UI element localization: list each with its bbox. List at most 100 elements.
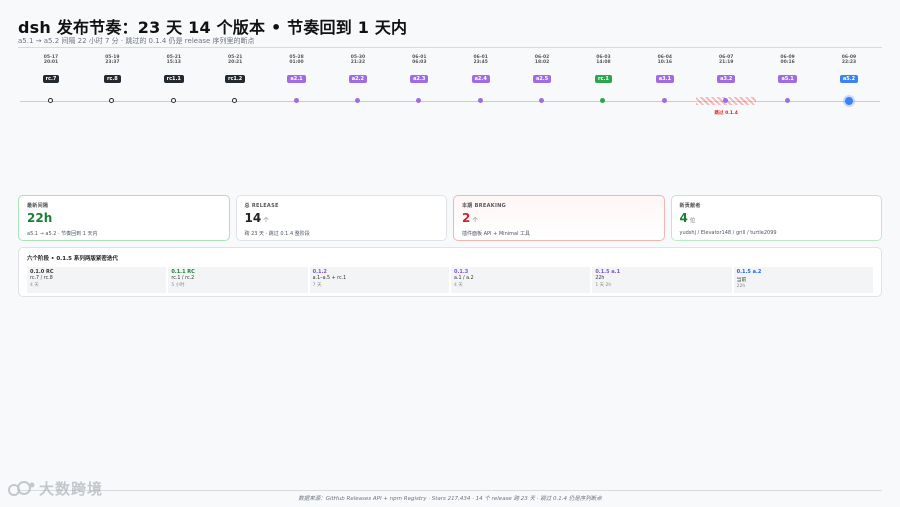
card-value: 14 个 [244,211,269,225]
timeline-dot [784,98,790,103]
timeline-event: 05-17 20:01 rc.7 [21,55,81,103]
footer-divider [18,490,882,491]
timeline-dot [109,98,115,103]
event-date: 05-21 15:13 [166,55,181,65]
event-date: 06-09 00:16 [780,55,795,65]
card-desc: 插件面板 API + Minimal 工具 [462,231,531,237]
card-value: 2个 [462,211,478,225]
card-label: 新贡献者 [679,203,701,209]
event-date: 06-01 06:03 [412,55,427,65]
card-label: 本期 BREAKING [462,203,507,209]
event-date: 06-07 21:19 [719,55,734,65]
watermark-text: 大数跨境 [39,480,104,498]
version-tag[interactable]: rc1.1 [163,75,184,83]
event-date: 06-03 14:08 [596,55,611,65]
version-tag[interactable]: a5.1 [778,75,797,83]
phase-range: a.1 / a.2 [453,276,474,281]
card-desc: a5.1 → a5.2 · 节奏回到 1 天内 [27,231,98,237]
version-tag[interactable]: rc1.2 [224,75,246,83]
timeline-dot [845,96,853,105]
version-tag[interactable]: a5.2 [839,75,859,83]
card-latest-interval: 最新间隔 22h a5.1 → a5.2 · 节奏回到 1 天内 [18,195,230,241]
phase-cell: 0.1.3 a.1 / a.2 4 天 [450,267,591,293]
phase-name: 0.1.5 a.2 [736,269,762,275]
version-tag[interactable]: a2.3 [410,75,429,83]
phase-cell: 0.1.2 a.1–a.5 + rc.1 7 天 [309,267,449,293]
phase-name: 0.1.3 [453,269,469,275]
phase-duration: 4 天 [453,283,463,288]
event-date: 06-02 18:02 [534,55,550,65]
card-desc: yudshj / Elevator148 / grill / turtle209… [679,230,777,236]
event-date: 06-01 23:45 [473,55,488,65]
page-subtitle: a5.1 → a5.2 间隔 22 小时 7 分 · 跳过的 0.1.4 仍是 … [18,37,255,45]
phase-duration: 5 小时 [171,283,185,288]
phase-name: 0.1.0 RC [30,269,54,275]
version-tag[interactable]: rc.7 [42,75,60,83]
card-new-contributors: 新贡献者 4位 yudshj / Elevator148 / grill / t… [670,195,882,241]
version-tag[interactable]: a3.2 [717,75,736,83]
phase-range: rc.7 / rc.8 [30,276,53,281]
header-divider [18,47,882,48]
phase-name: 0.1.5 a.1 [595,269,621,275]
phase-cell: 0.1.5 a.2 当前 22h [733,267,873,293]
event-date: 06-09 22:23 [841,55,857,65]
phase-cell: 0.1.5 a.1 22h 1 天 2h [592,267,732,293]
card-breaking: 本期 BREAKING 2个 插件面板 API + Minimal 工具 [453,195,665,241]
version-tag[interactable]: rc.1 [595,75,612,83]
version-tag[interactable]: a3.1 [655,75,674,83]
timeline-dot [232,98,238,103]
timeline-event: 06-09 22:23 a5.2 [819,55,879,105]
timeline-event: 05-28 01:00 a2.1 [267,55,327,103]
phase-row: 0.1.0 RC rc.7 / rc.8 4 天 0.1.1 RC rc.1 / rc.… [27,267,873,293]
timeline-event: 06-01 23:45 a2.4 [451,55,511,103]
card-total-release: 总 RELEASE 14 个 跨 23 天 · 跳过 0.1.4 整阶段 [235,195,447,241]
phase-cell: 0.1.0 RC rc.7 / rc.8 4 天 [27,267,167,293]
phase-range: rc.1 / rc.2 [171,276,195,281]
timeline-dot [293,98,299,103]
version-tag[interactable]: a2.2 [348,75,368,83]
card-desc: 跨 23 天 · 跳过 0.1.4 整阶段 [244,231,310,237]
phase-name: 0.1.2 [312,269,327,275]
watermark-logo-icon [8,480,35,496]
timeline-event: 跳过 0.1.4 06-07 21:19 a3.2 [696,55,757,116]
phase-range: a.1–a.5 + rc.1 [312,276,347,281]
card-value: 4位 [679,211,696,225]
card-label: 总 RELEASE [244,203,279,209]
phase-range: 22h [595,276,605,281]
event-date: 05-28 01:00 [289,55,304,65]
card-label: 最新间隔 [27,203,49,209]
event-date: 05-30 21:32 [350,55,366,65]
timeline-event: 05-21 20:21 rc1.2 [205,55,265,103]
card-value: 22h [27,211,53,225]
version-tag[interactable]: a2.4 [471,75,490,83]
phase-range: 当前 [736,278,747,283]
event-date: 05-19 23:37 [105,55,120,65]
timeline-event: 06-04 10:16 a3.1 [635,55,695,103]
timeline-dot [661,98,667,103]
watermark: 大数跨境 [8,478,103,499]
timeline-dot [48,98,53,103]
phase-duration: 1 天 2h [595,283,612,288]
timeline-dot [477,98,483,103]
phases-title: 六个阶段 • 0.1.5 系列两版紧密迭代 [27,256,118,262]
event-date: 05-21 20:21 [227,55,243,65]
timeline-event: 06-09 00:16 a5.1 [758,55,818,103]
release-timeline: 05-17 20:01 rc.7 05-19 23:37 rc.8 05-21 15:1… [0,55,900,125]
version-tag[interactable]: a2.5 [532,75,552,83]
event-date: 05-17 20:01 [43,55,59,65]
timeline-event: 05-19 23:37 rc.8 [82,55,142,103]
phase-duration: 22h [736,284,746,289]
phase-cell: 0.1.1 RC rc.1 / rc.2 5 小时 [168,267,308,293]
timeline-event: 06-01 06:03 a2.3 [389,55,449,103]
version-tag[interactable]: rc.8 [103,75,121,83]
timeline-event: 06-03 14:08 rc.1 [573,55,633,103]
timeline-dot [539,98,545,103]
timeline-event: 05-21 15:13 rc1.1 [144,55,204,103]
timeline-event: 05-30 21:32 a2.2 [328,55,388,103]
timeline-dot [170,98,176,103]
version-tag[interactable]: a2.1 [287,75,306,83]
footer-source: 数据来源：GitHub Releases API + npm Registry … [298,496,602,502]
timeline-event: 06-02 18:02 a2.5 [512,55,572,103]
phases-panel: 六个阶段 • 0.1.5 系列两版紧密迭代 0.1.0 RC rc.7 / rc.… [18,247,882,297]
stat-cards: 最新间隔 22h a5.1 → a5.2 · 节奏回到 1 天内 总 RELEA… [18,195,882,241]
